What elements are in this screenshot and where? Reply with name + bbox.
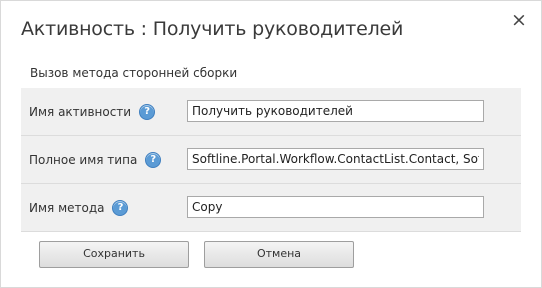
help-icon[interactable]: ? (145, 151, 162, 168)
cancel-button[interactable]: Отмена (204, 241, 354, 268)
save-button[interactable]: Сохранить (39, 241, 189, 268)
activity-name-label-group: Имя активности ? (29, 88, 156, 135)
close-icon[interactable]: × (510, 11, 528, 30)
type-name-label: Полное имя типа (29, 152, 138, 167)
activity-form: Имя активности ? Полное имя типа ? Имя м… (21, 88, 521, 232)
activity-name-label: Имя активности (29, 104, 132, 119)
method-name-label-group: Имя метода ? (29, 184, 129, 231)
dialog-title: Активность : Получить руководителей (21, 18, 404, 40)
type-name-row: Полное имя типа ? (21, 136, 521, 184)
activity-dialog: Активность : Получить руководителей × Вы… (0, 0, 542, 288)
method-name-row: Имя метода ? (21, 184, 521, 232)
method-name-label: Имя метода (29, 200, 105, 215)
method-name-input[interactable] (187, 196, 484, 218)
type-name-label-group: Полное имя типа ? (29, 136, 162, 183)
help-icon[interactable]: ? (139, 103, 156, 120)
activity-name-row: Имя активности ? (21, 88, 521, 136)
section-label: Вызов метода сторонней сборки (30, 66, 238, 80)
type-name-input[interactable] (187, 148, 484, 170)
help-icon[interactable]: ? (112, 199, 129, 216)
activity-name-input[interactable] (187, 100, 484, 122)
